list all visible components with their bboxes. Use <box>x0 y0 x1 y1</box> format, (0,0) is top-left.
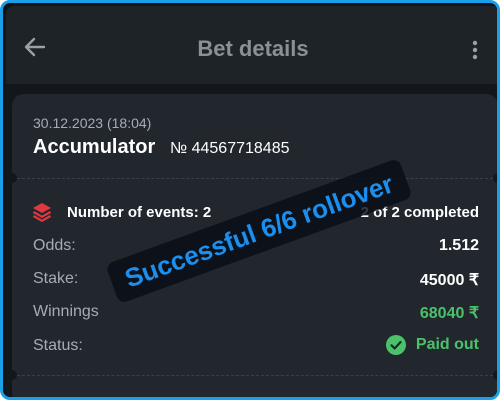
layers-icon <box>32 203 52 222</box>
stake-label: Stake: <box>33 270 79 287</box>
bet-number: № 44567718485 <box>170 140 290 157</box>
header-bar: Bet details <box>6 6 497 84</box>
bet-date: 30.12.2023 (18:04) <box>33 115 152 131</box>
status-value: Paid out <box>415 336 479 353</box>
odds-value: 1.512 <box>438 237 479 254</box>
ticket-notch-right <box>493 173 497 183</box>
page-title: Bet details <box>197 36 309 61</box>
ticket-notch-right <box>493 370 497 380</box>
bet-type: Accumulator <box>33 136 156 158</box>
screenshot-frame: Bet details 30.12.2023 (18:04) Accumulat… <box>0 0 500 400</box>
stake-value: 45000 ₹ <box>419 272 479 289</box>
ticket-notch-left <box>7 173 17 183</box>
events-count: Number of events: 2 <box>67 204 212 221</box>
divider <box>12 178 497 179</box>
divider <box>12 375 497 376</box>
odds-label: Odds: <box>33 237 76 254</box>
winnings-label: Winnings <box>33 303 99 320</box>
check-circle-icon <box>385 335 406 355</box>
ticket-notch-left <box>7 370 17 380</box>
winnings-value: 68040 ₹ <box>419 305 479 322</box>
status-badge: Paid out <box>385 335 479 355</box>
status-label: Status: <box>33 337 83 354</box>
app-screen: Bet details 30.12.2023 (18:04) Accumulat… <box>6 6 497 397</box>
more-vertical-icon[interactable] <box>472 40 478 60</box>
